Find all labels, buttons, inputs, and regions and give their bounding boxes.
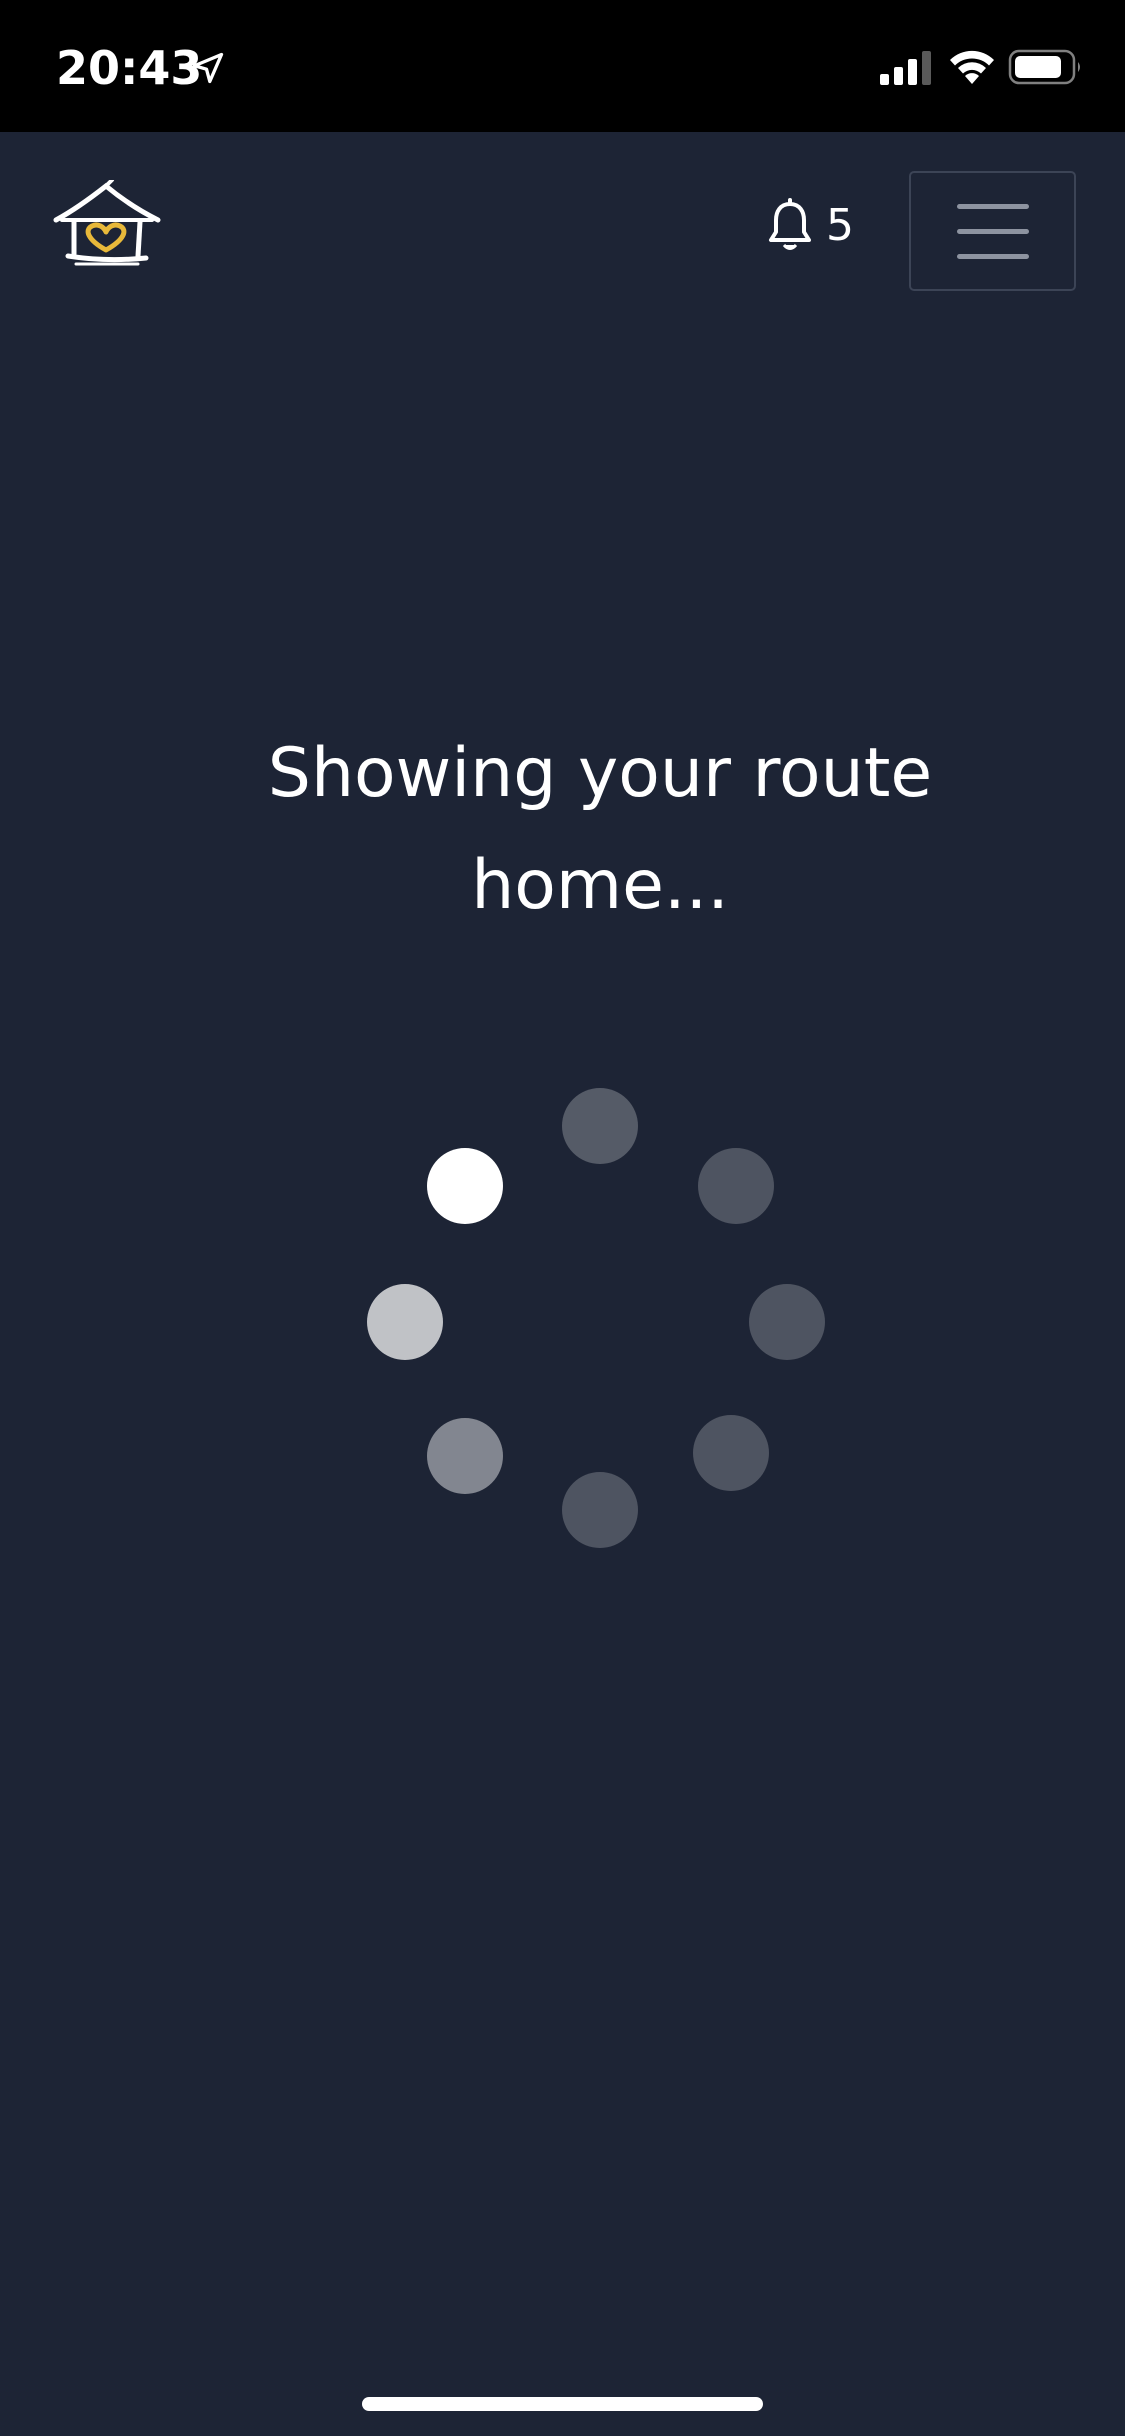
spinner-dot: [693, 1415, 769, 1491]
hamburger-menu-button[interactable]: [909, 171, 1076, 291]
wifi-icon: [950, 50, 994, 84]
app-header: 5: [0, 132, 1125, 332]
home-indicator[interactable]: [362, 2397, 763, 2411]
spinner-dot: [698, 1148, 774, 1224]
spinner-dot: [427, 1148, 503, 1224]
spinner-dot: [749, 1284, 825, 1360]
menu-line: [957, 254, 1029, 259]
spinner-dot: [427, 1418, 503, 1494]
menu-line: [957, 204, 1029, 209]
spinner-dot: [562, 1088, 638, 1164]
status-bar: 20:43: [0, 0, 1125, 132]
location-arrow-icon: [192, 52, 224, 84]
bell-icon: [769, 198, 811, 250]
menu-line: [957, 229, 1029, 234]
loading-message: Showing your route home...: [267, 734, 933, 925]
app-screen: 20:43 5 Showing your route home...: [0, 0, 1125, 2436]
loading-spinner: [0, 0, 1125, 2436]
status-time: 20:43: [56, 41, 203, 95]
house-heart-logo[interactable]: [48, 180, 164, 272]
spinner-dot: [562, 1472, 638, 1548]
notifications-button[interactable]: 5: [766, 194, 854, 258]
notification-count: 5: [826, 200, 854, 251]
cellular-signal-icon: [880, 51, 931, 85]
battery-icon: [1008, 49, 1080, 85]
spinner-dot: [367, 1284, 443, 1360]
